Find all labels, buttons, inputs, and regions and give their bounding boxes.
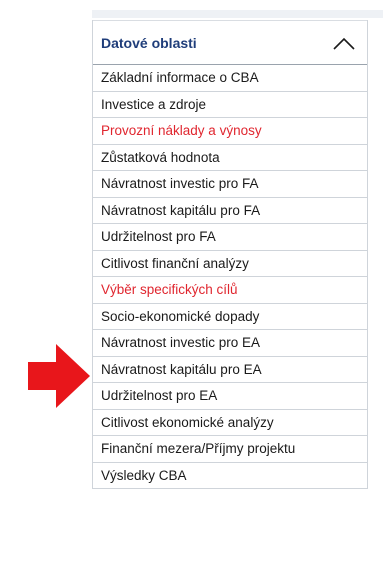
list-item-navratnost-kapitalu-ea[interactable]: Návratnost kapitálu pro EA <box>93 357 367 383</box>
list-item-vyber-specifickych-cilu[interactable]: Výběr specifických cílů <box>93 277 367 304</box>
panel-title: Datové oblasti <box>101 34 197 51</box>
list-item-provozni-naklady[interactable]: Provozní náklady a výnosy <box>93 118 367 145</box>
list-item-udrzitelnost-ea[interactable]: Udržitelnost pro EA <box>93 383 367 410</box>
chevron-up-icon[interactable] <box>333 36 355 50</box>
list-item-citlivost-financni[interactable]: Citlivost finanční analýzy <box>93 251 367 277</box>
list-item-socio-ekonomicke-dopady[interactable]: Socio-ekonomické dopady <box>93 304 367 330</box>
list-item-financni-mezera[interactable]: Finanční mezera/Příjmy projektu <box>93 436 367 463</box>
list-item-navratnost-investic-fa[interactable]: Návratnost investic pro FA <box>93 171 367 198</box>
list-item-zustatkova-hodnota[interactable]: Zůstatková hodnota <box>93 145 367 171</box>
list-item-investice-a-zdroje[interactable]: Investice a zdroje <box>93 92 367 118</box>
screenshot-stage: Datové oblasti Základní informace o CBA … <box>0 0 383 573</box>
list-item-udrzitelnost-fa[interactable]: Udržitelnost pro FA <box>93 224 367 251</box>
panel-header[interactable]: Datové oblasti <box>93 20 367 65</box>
list-item-vysledky-cba[interactable]: Výsledky CBA <box>93 463 367 489</box>
list-item-citlivost-ekonomicke[interactable]: Citlivost ekonomické analýzy <box>93 410 367 436</box>
list-item-navratnost-investic-ea[interactable]: Návratnost investic pro EA <box>93 330 367 357</box>
top-strip <box>92 10 383 18</box>
list-item-zakladni-informace[interactable]: Základní informace o CBA <box>93 65 367 92</box>
data-areas-panel: Datové oblasti Základní informace o CBA … <box>92 20 368 489</box>
red-arrow-right-icon <box>28 344 90 408</box>
data-areas-list: Základní informace o CBA Investice a zdr… <box>93 65 367 489</box>
list-item-navratnost-kapitalu-fa[interactable]: Návratnost kapitálu pro FA <box>93 198 367 224</box>
